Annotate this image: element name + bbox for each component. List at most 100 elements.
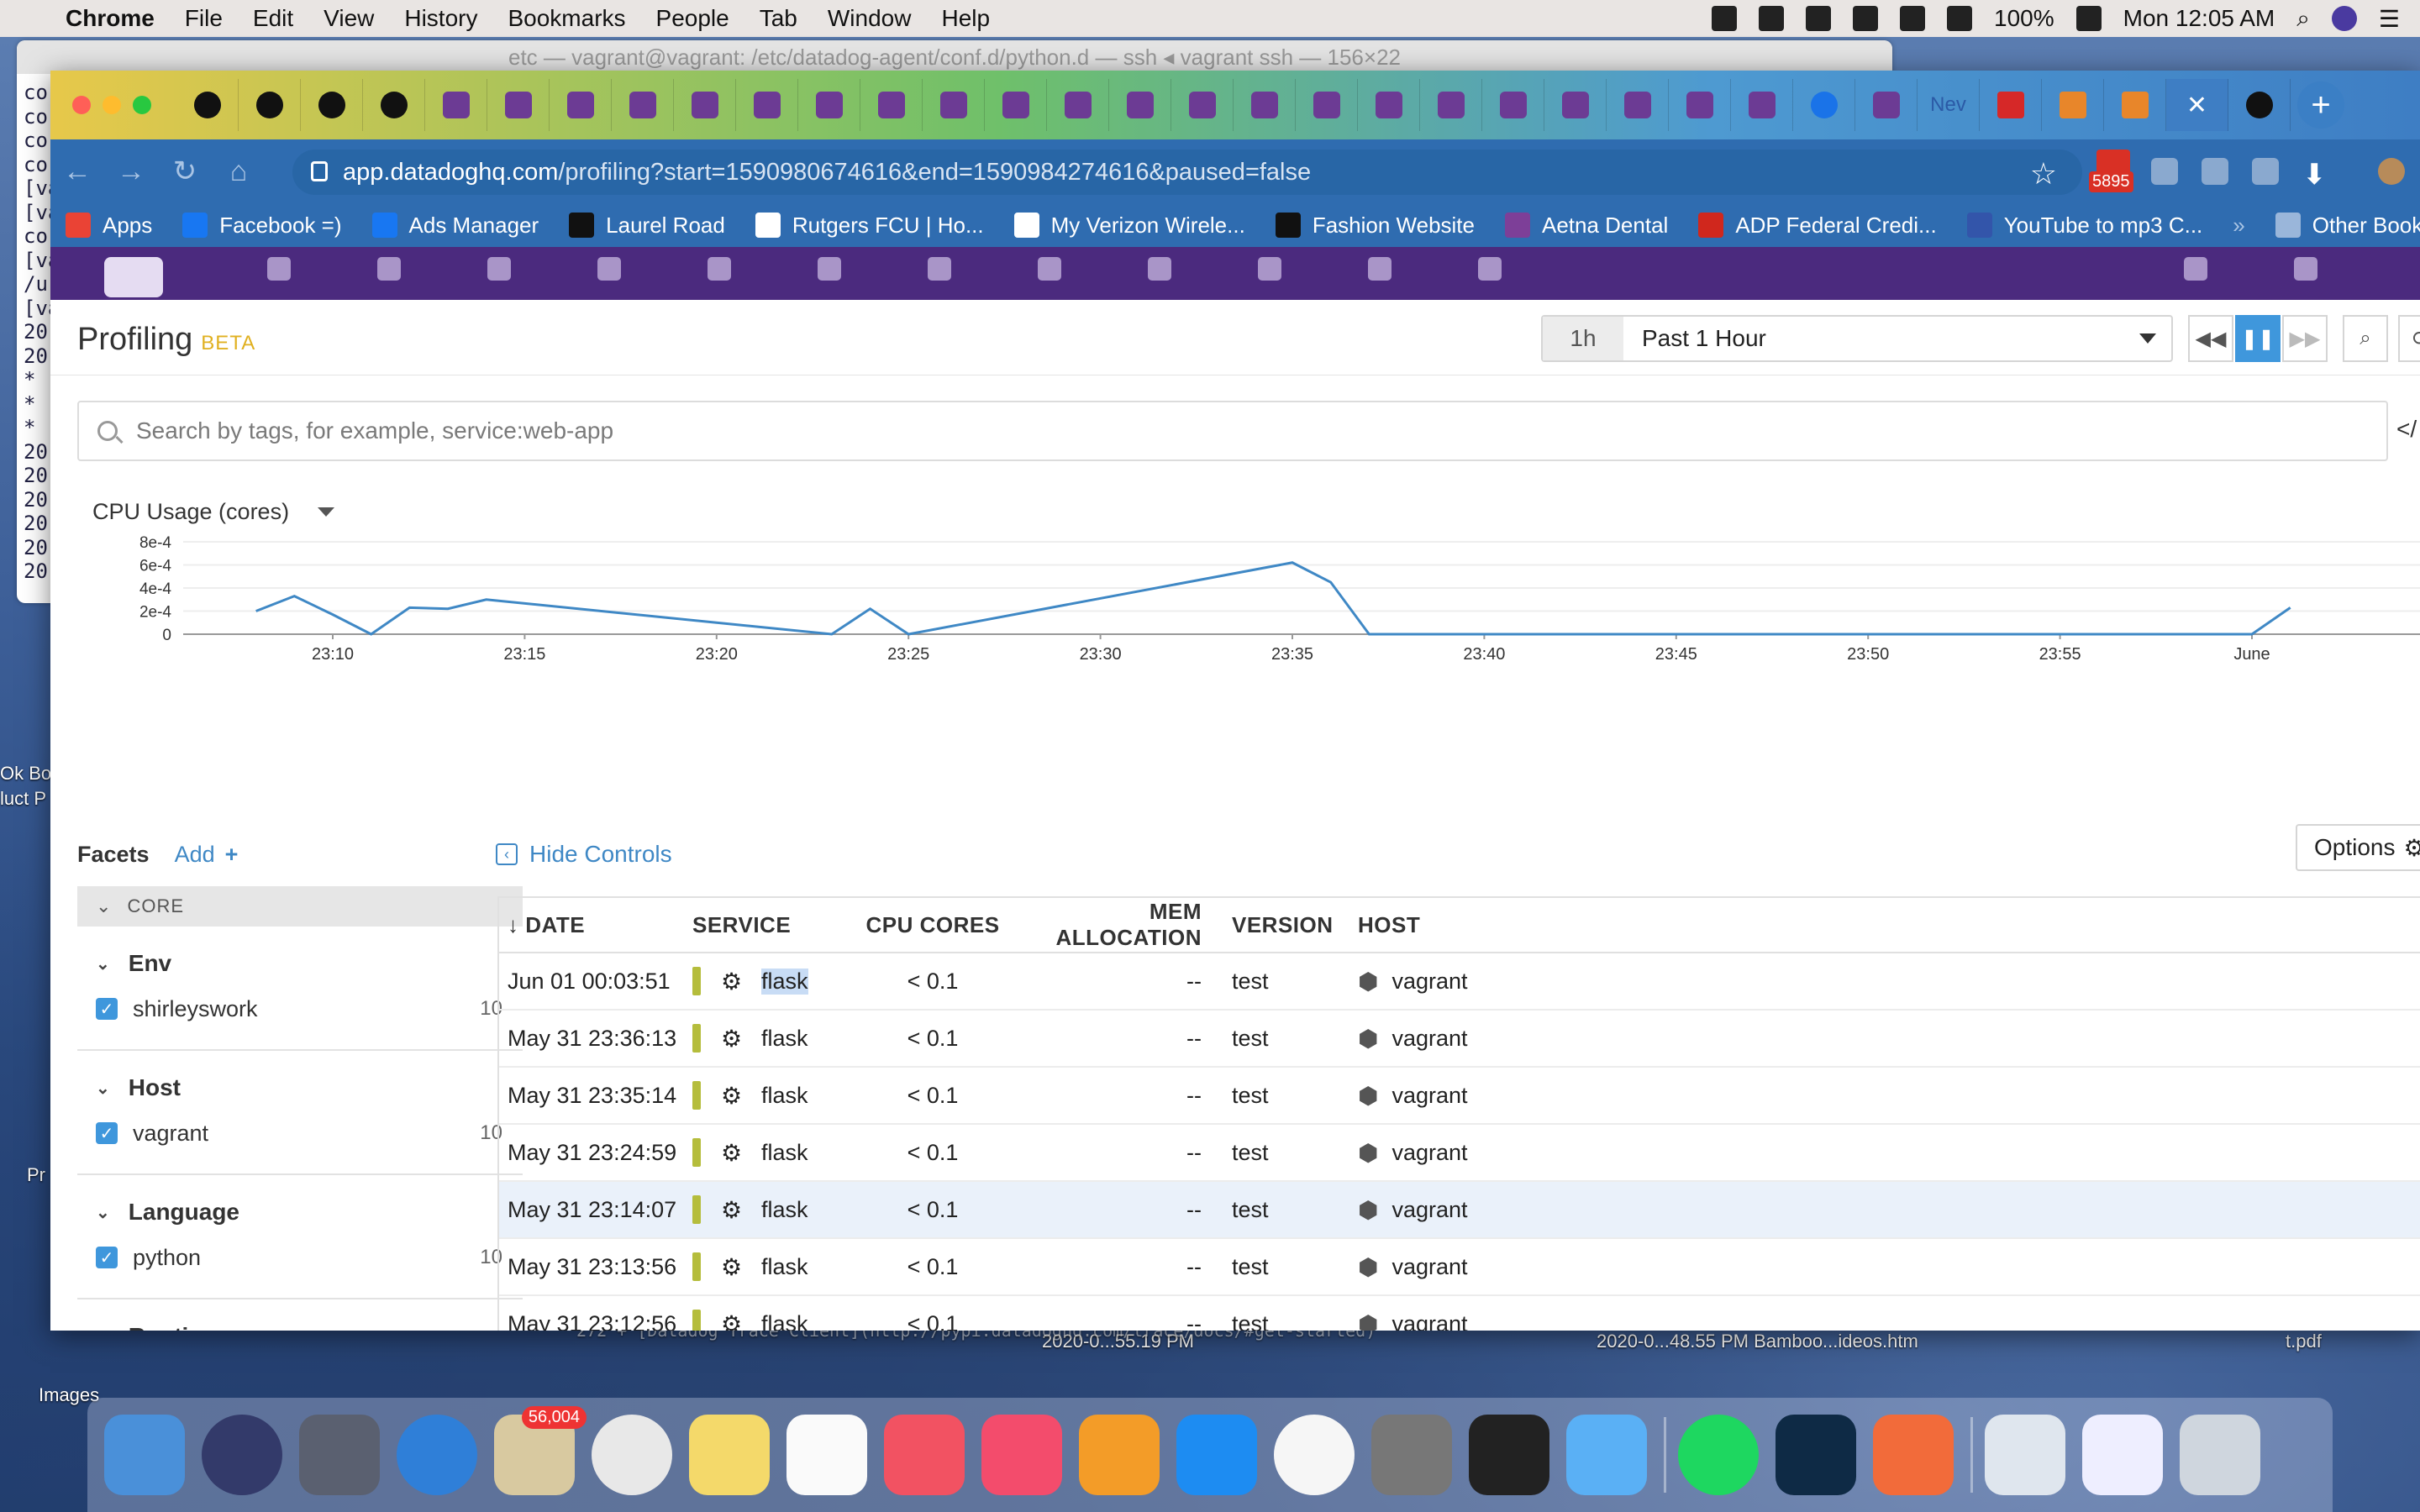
tab-github[interactable] xyxy=(176,79,239,131)
desktop-file-label[interactable]: 2020-0...48.55 PM Bamboo...ideos.htm xyxy=(1597,1331,1918,1352)
spotlight-search-icon[interactable]: ⌕ xyxy=(2296,5,2310,33)
finder-icon[interactable] xyxy=(104,1415,185,1495)
facet-value-row[interactable]: ✓ vagrant 10 xyxy=(77,1113,523,1153)
tab-datadog[interactable] xyxy=(1544,79,1607,131)
table-row[interactable]: May 31 23:35:14 ⚙ flask < 0.1 -- test ⬢ vagrant xyxy=(499,1068,2420,1125)
creative-cloud-icon[interactable] xyxy=(1759,6,1785,31)
bookmark-item[interactable]: My Verizon Wirele... xyxy=(999,213,1260,239)
lock-icon[interactable] xyxy=(311,161,328,181)
nav-team-icon[interactable] xyxy=(2294,257,2317,281)
nav-security-icon[interactable] xyxy=(1368,257,1392,281)
bookmark-item[interactable]: Rutgers FCU | Ho... xyxy=(740,213,999,239)
menu-edit[interactable]: Edit xyxy=(238,5,308,32)
profile-avatar[interactable] xyxy=(2378,158,2405,185)
menu-file[interactable]: File xyxy=(170,5,238,32)
add-facet-link[interactable]: Add xyxy=(175,842,215,868)
tab-new[interactable]: Nev xyxy=(1918,79,1980,131)
menu-history[interactable]: History xyxy=(389,5,492,32)
table-row[interactable]: May 31 23:14:07 ⚙ flask < 0.1 -- test ⬢ vagrant xyxy=(499,1182,2420,1239)
nav-infrastructure-icon[interactable] xyxy=(597,257,621,281)
table-row[interactable]: May 31 23:36:13 ⚙ flask < 0.1 -- test ⬢ vagrant xyxy=(499,1011,2420,1068)
bluetooth-icon[interactable] xyxy=(1900,6,1926,31)
fast-forward-button[interactable]: ▶▶ xyxy=(2282,315,2328,362)
menu-help[interactable]: Help xyxy=(926,5,1005,32)
tab-stack[interactable] xyxy=(2104,79,2166,131)
tab-datadog[interactable] xyxy=(1234,79,1296,131)
photoshop-icon[interactable] xyxy=(1776,1415,1856,1495)
cpu-usage-chart[interactable]: 8e-4 6e-4 4e-4 2e-4 0 23:10 23:15 23:20 23:25 23:… xyxy=(84,532,2420,691)
tab-datadog[interactable] xyxy=(1171,79,1234,131)
siri-icon[interactable] xyxy=(202,1415,282,1495)
facet-checkbox[interactable]: ✓ xyxy=(96,998,118,1020)
nav-events-icon[interactable] xyxy=(377,257,401,281)
col-host-header[interactable]: HOST xyxy=(1348,912,1684,938)
trash-icon[interactable] xyxy=(2180,1415,2260,1495)
notification-center-icon[interactable]: ☰ xyxy=(2379,5,2400,33)
bookmark-item[interactable]: Ads Manager xyxy=(357,213,555,239)
service-name[interactable]: flask xyxy=(761,968,808,995)
tab-github[interactable] xyxy=(363,79,425,131)
gmail-extension[interactable]: 5895 xyxy=(2089,150,2133,193)
menu-tab[interactable]: Tab xyxy=(744,5,813,32)
pin-icon[interactable] xyxy=(1712,6,1738,31)
plus-icon[interactable]: + xyxy=(225,842,239,868)
other-bookmarks-folder[interactable]: Other Bookm xyxy=(2260,213,2420,239)
service-name[interactable]: flask xyxy=(761,1083,808,1109)
service-name[interactable]: flask xyxy=(761,1026,808,1052)
nav-metrics-icon[interactable] xyxy=(818,257,841,281)
service-name[interactable]: flask xyxy=(761,1140,808,1166)
service-name[interactable]: flask xyxy=(761,1254,808,1280)
col-mem-header[interactable]: MEM ALLOCATION xyxy=(1008,899,1213,951)
desktop-file-label[interactable]: t.pdf xyxy=(2286,1331,2322,1352)
tab-datadog[interactable] xyxy=(1669,79,1731,131)
tab-datadog[interactable] xyxy=(1358,79,1420,131)
spotify-icon[interactable] xyxy=(1678,1415,1759,1495)
time-range-selector[interactable]: 1h Past 1 Hour xyxy=(1541,315,2173,362)
tab-datadog[interactable] xyxy=(1607,79,1669,131)
dropbox-icon[interactable] xyxy=(1806,6,1832,31)
chrome-window-icon[interactable] xyxy=(2082,1415,2163,1495)
wifi-icon[interactable] xyxy=(1947,6,1973,31)
pause-button[interactable]: ❚❚ xyxy=(2235,315,2281,362)
bookmark-item[interactable]: Aetna Dental xyxy=(1490,213,1683,239)
forward-button[interactable]: → xyxy=(104,155,158,188)
cpu-usage-line[interactable] xyxy=(255,561,2291,636)
options-button[interactable]: Options ⚙ xyxy=(2296,824,2420,871)
new-tab-button[interactable]: + xyxy=(2297,81,2344,129)
notes-icon[interactable] xyxy=(689,1415,770,1495)
minimize-window-button[interactable] xyxy=(103,96,121,114)
rewind-button[interactable]: ◀◀ xyxy=(2188,315,2233,362)
address-bar[interactable]: app.datadoghq.com/profiling?start=159098… xyxy=(292,150,2082,195)
tab-datadog[interactable] xyxy=(798,79,860,131)
col-cpu-header[interactable]: CPU CORES xyxy=(857,912,1008,938)
battery-icon[interactable] xyxy=(2075,6,2102,31)
table-row[interactable]: May 31 23:12:56 ⚙ flask < 0.1 -- test ⬢ vagrant xyxy=(499,1296,2420,1331)
zoom-window-button[interactable] xyxy=(133,96,151,114)
tab-github[interactable] xyxy=(301,79,363,131)
music-icon[interactable] xyxy=(981,1415,1062,1495)
close-window-button[interactable] xyxy=(72,96,91,114)
airplay-icon[interactable] xyxy=(1853,6,1879,31)
home-button[interactable]: ⌂ xyxy=(212,155,266,188)
tab-github[interactable] xyxy=(239,79,301,131)
nav-monitors-icon[interactable] xyxy=(708,257,731,281)
tab-datadog[interactable] xyxy=(923,79,985,131)
code-toggle-icon[interactable]: </ xyxy=(2396,416,2417,443)
tab-datadog[interactable] xyxy=(674,79,736,131)
books-icon[interactable] xyxy=(1079,1415,1160,1495)
extension-icon[interactable] xyxy=(2151,158,2178,185)
bookmarks-overflow-icon[interactable]: » xyxy=(2217,213,2260,239)
mail-icon[interactable]: 56,004 xyxy=(494,1406,587,1495)
reminders-icon[interactable] xyxy=(786,1415,867,1495)
tab-loading[interactable] xyxy=(1793,79,1855,131)
nav-synthetics-icon[interactable] xyxy=(1478,257,1502,281)
launchpad-icon[interactable] xyxy=(299,1415,380,1495)
photos-icon[interactable] xyxy=(1274,1415,1355,1495)
nav-watchdog-icon[interactable] xyxy=(267,257,291,281)
facet-group-toggle[interactable]: ⌄ Host xyxy=(77,1063,523,1113)
facet-group-toggle[interactable]: ⌄ Language xyxy=(77,1187,523,1237)
service-name[interactable]: flask xyxy=(761,1197,808,1223)
refresh-button[interactable]: ⟳ xyxy=(2398,315,2420,362)
facet-group-toggle[interactable]: ⌄ Runtime xyxy=(77,1311,523,1331)
facet-checkbox[interactable]: ✓ xyxy=(96,1122,118,1144)
